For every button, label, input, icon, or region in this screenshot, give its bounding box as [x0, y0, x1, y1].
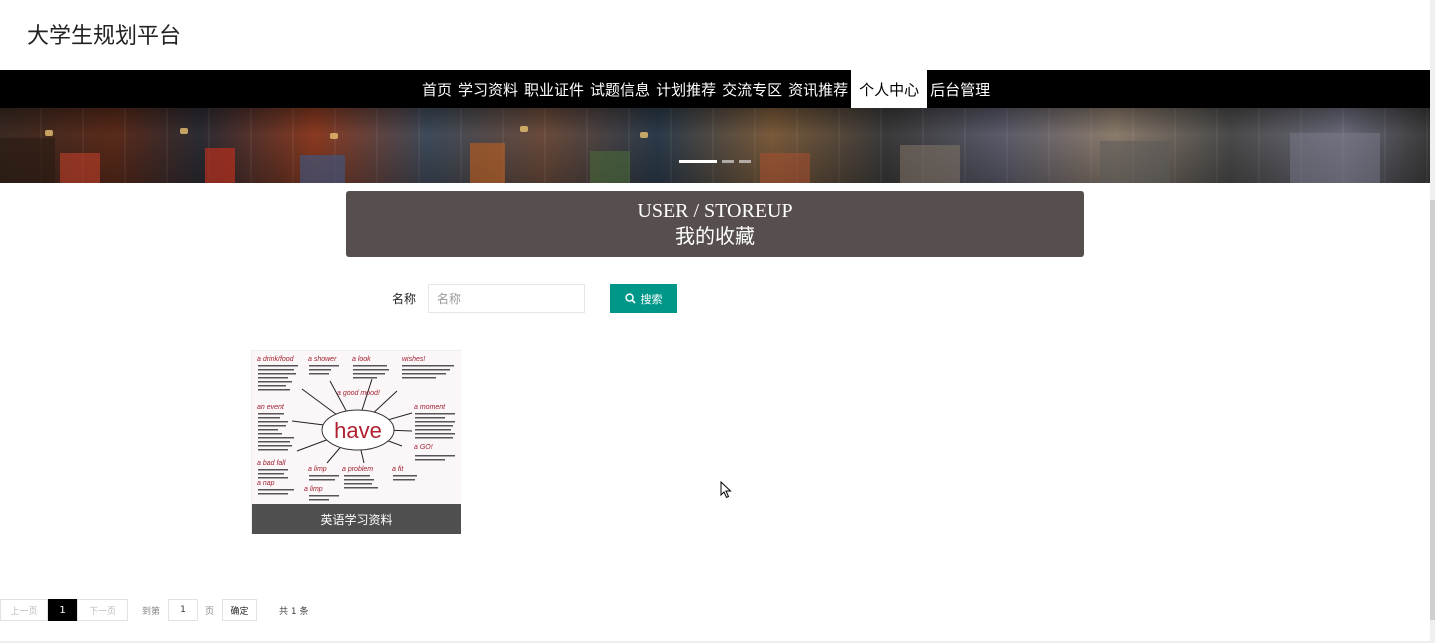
- favorite-card[interactable]: have a drink/food a shower a look wishes…: [251, 350, 461, 534]
- nav-item-personal-center[interactable]: 个人中心: [851, 70, 928, 108]
- nav-item-exam-questions[interactable]: 试题信息: [587, 70, 653, 108]
- image-center-word: have: [334, 418, 382, 443]
- section-title-en: USER / STOREUP: [637, 200, 793, 222]
- svg-text:wishes!: wishes!: [402, 356, 425, 363]
- svg-text:a drink/food: a drink/food: [257, 356, 295, 363]
- nav-item-forum[interactable]: 交流专区: [719, 70, 785, 108]
- banner-carousel[interactable]: [0, 108, 1430, 183]
- nav-item-career-certificates[interactable]: 职业证件: [521, 70, 587, 108]
- section-title-cn: 我的收藏: [675, 224, 755, 248]
- svg-text:an event: an event: [257, 404, 285, 411]
- search-button[interactable]: 搜索: [610, 284, 677, 313]
- svg-text:a problem: a problem: [342, 466, 373, 473]
- favorite-card-title[interactable]: 英语学习资料: [252, 504, 461, 534]
- current-page[interactable]: 1: [48, 599, 77, 621]
- svg-text:a fit: a fit: [392, 466, 404, 473]
- nav-item-home[interactable]: 首页: [419, 70, 455, 108]
- nav-item-study-materials[interactable]: 学习资料: [455, 70, 521, 108]
- nav-item-news[interactable]: 资讯推荐: [785, 70, 851, 108]
- main-navbar: 首页 学习资料 职业证件 试题信息 计划推荐 交流专区 资讯推荐 个人中心 后台…: [0, 70, 1430, 108]
- section-title-box: USER / STOREUP 我的收藏: [346, 191, 1084, 257]
- goto-label: 到第: [142, 606, 161, 617]
- nav-item-admin[interactable]: 后台管理: [927, 70, 993, 108]
- svg-text:a shower: a shower: [308, 356, 337, 363]
- favorite-card-image[interactable]: have a drink/food a shower a look wishes…: [252, 351, 461, 504]
- search-button-label: 搜索: [640, 292, 663, 306]
- site-title: 大学生规划平台: [27, 24, 182, 49]
- search-label: 名称: [392, 292, 417, 306]
- svg-text:a moment: a moment: [414, 404, 446, 411]
- search-icon: [624, 293, 636, 304]
- carousel-indicators: [679, 160, 751, 163]
- page-unit-label: 页: [205, 606, 215, 617]
- total-count: 共 1 条: [279, 606, 309, 617]
- carousel-dot[interactable]: [722, 160, 734, 163]
- search-input[interactable]: [428, 284, 585, 313]
- next-page-button[interactable]: 下一页: [77, 599, 128, 621]
- svg-text:a nap: a nap: [257, 480, 275, 487]
- scrollbar-thumb[interactable]: [1430, 200, 1435, 620]
- mouse-cursor-icon: [720, 480, 732, 503]
- pagination: 上一页 1 下一页 到第 页 确定 共 1 条: [0, 599, 308, 621]
- svg-text:a look: a look: [352, 356, 371, 363]
- svg-text:a limp: a limp: [308, 466, 327, 473]
- goto-page-input[interactable]: [168, 599, 199, 621]
- nav-items: 首页 学习资料 职业证件 试题信息 计划推荐 交流专区 资讯推荐 个人中心 后台…: [419, 70, 993, 108]
- carousel-dot[interactable]: [739, 160, 751, 163]
- prev-page-button[interactable]: 上一页: [0, 599, 48, 621]
- svg-text:a good mood!: a good mood!: [337, 390, 380, 397]
- svg-text:a bad fall: a bad fall: [257, 460, 286, 467]
- nav-item-plan-recommendations[interactable]: 计划推荐: [653, 70, 719, 108]
- svg-text:a GO!: a GO!: [414, 444, 433, 451]
- goto-confirm-button[interactable]: 确定: [222, 599, 258, 621]
- carousel-dot-active[interactable]: [679, 160, 717, 163]
- svg-text:a limp: a limp: [304, 486, 323, 493]
